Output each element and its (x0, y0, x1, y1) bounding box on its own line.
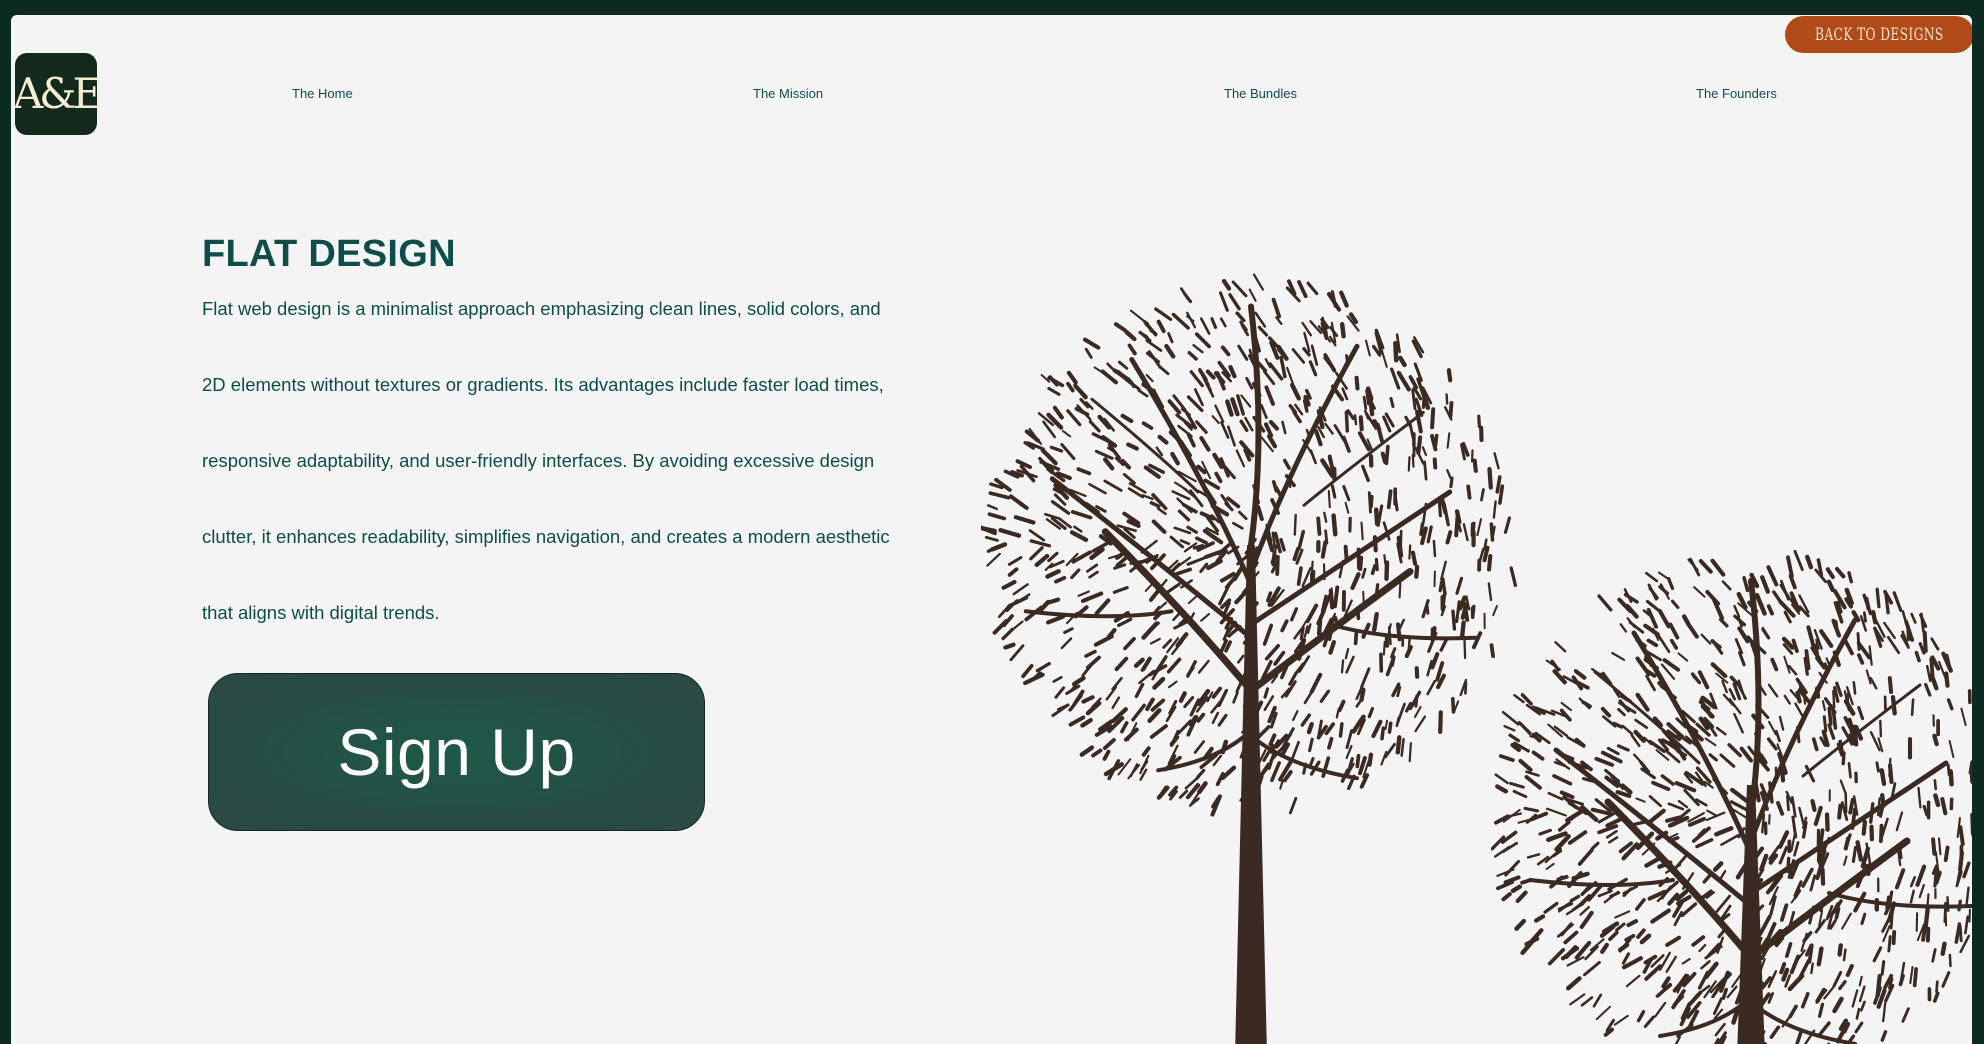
hero-description-line: clutter, it enhances readability, simpli… (202, 526, 890, 547)
hero-description: Flat web design is a minimalist approach… (202, 297, 942, 677)
nav-link-home[interactable]: The Home (292, 86, 353, 101)
back-to-designs-label: BACK TO DESIGNS (1815, 24, 1944, 45)
logo-text: A&E (12, 69, 103, 118)
hero-description-line: Flat web design is a minimalist approach… (202, 298, 881, 319)
window-frame: BACK TO DESIGNS A&E The Home The Mission… (0, 0, 1984, 1044)
page-canvas: BACK TO DESIGNS A&E The Home The Mission… (11, 15, 1972, 1044)
nav-link-mission[interactable]: The Mission (753, 86, 823, 101)
brand-logo[interactable]: A&E (12, 53, 103, 135)
back-to-designs-button[interactable]: BACK TO DESIGNS (1785, 16, 1972, 53)
tree-illustration-left (981, 273, 1518, 1044)
sign-up-button[interactable]: Sign Up (208, 673, 705, 831)
hero-description-line: responsive adaptability, and user-friend… (202, 450, 875, 471)
nav-link-bundles[interactable]: The Bundles (1224, 86, 1297, 101)
hero-description-line: that aligns with digital trends. (202, 602, 440, 623)
tree-illustration-right (1491, 549, 1972, 1044)
hero-description-line: 2D elements without textures or gradient… (202, 374, 884, 395)
sign-up-label: Sign Up (337, 715, 576, 789)
page-title: FLAT DESIGN (202, 233, 456, 275)
nav-link-founders[interactable]: The Founders (1696, 86, 1777, 101)
